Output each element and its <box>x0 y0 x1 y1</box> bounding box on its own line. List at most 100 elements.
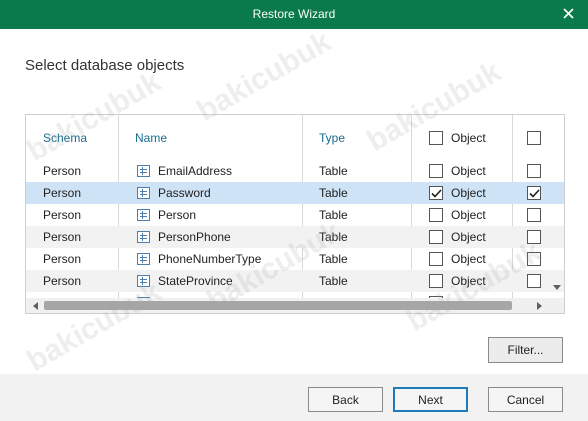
object-cell-2 <box>527 182 549 204</box>
object-cell: Object <box>429 270 486 292</box>
object-checkbox-2[interactable] <box>527 164 541 178</box>
object-checkbox[interactable] <box>429 252 443 266</box>
table-row[interactable]: Person Password Table Object <box>26 182 564 204</box>
header-name-label: Name <box>135 130 168 145</box>
type-cell: Table <box>319 182 348 204</box>
select-all-checkbox[interactable] <box>429 130 443 145</box>
object-cell: Object <box>429 204 486 226</box>
object-type: Table <box>319 164 348 178</box>
object-checkbox[interactable] <box>429 208 443 222</box>
type-cell: Table <box>319 270 348 292</box>
object-type: Table <box>319 274 348 288</box>
table-icon <box>137 275 150 287</box>
vertical-scrollbar[interactable] <box>549 115 564 298</box>
object-cell: Object <box>429 226 486 248</box>
schema-value: Person <box>43 274 82 288</box>
object-checkbox-2[interactable] <box>527 186 541 200</box>
schema-cell: Person <box>43 204 81 226</box>
object-checkbox-label: Object <box>451 164 486 178</box>
wizard-header: Select database objects <box>0 29 588 89</box>
type-cell: Table <box>319 226 348 248</box>
scroll-right-arrow-icon[interactable] <box>533 300 545 312</box>
type-cell: Table <box>319 160 348 182</box>
scroll-down-arrow-icon[interactable] <box>551 281 563 293</box>
schema-value: Person <box>43 230 82 244</box>
table-row[interactable]: Person EmailAddress Table Object <box>26 160 564 182</box>
object-checkbox-2[interactable] <box>527 274 541 288</box>
object-checkbox-label: Object <box>451 186 486 200</box>
header-object-2[interactable] <box>527 115 549 160</box>
object-name: EmailAddress <box>158 164 233 178</box>
object-checkbox-label: Object <box>451 252 486 266</box>
object-cell-2 <box>527 204 549 226</box>
name-cell: Person <box>137 204 196 226</box>
horizontal-scroll-thumb[interactable] <box>44 301 512 310</box>
header-object[interactable]: Object <box>429 115 486 160</box>
object-checkbox[interactable] <box>429 164 443 178</box>
cancel-button[interactable]: Cancel <box>488 387 563 412</box>
object-cell-2 <box>527 270 549 292</box>
object-type: Table <box>319 208 348 222</box>
object-checkbox-2[interactable] <box>527 252 541 266</box>
back-button[interactable]: Back <box>308 387 383 412</box>
table-icon <box>137 187 150 199</box>
table-icon <box>137 253 150 265</box>
object-name: PhoneNumberType <box>158 252 262 266</box>
object-checkbox[interactable] <box>429 186 443 200</box>
type-cell: Table <box>319 204 348 226</box>
table-row[interactable]: Person PhoneNumberType Table Object <box>26 248 564 270</box>
header-schema[interactable]: Schema <box>43 115 87 160</box>
object-type: Table <box>319 230 348 244</box>
schema-value: Person <box>43 164 82 178</box>
header-type[interactable]: Type <box>319 115 345 160</box>
table-row[interactable]: Person Person Table Object <box>26 204 564 226</box>
next-button[interactable]: Next <box>393 387 468 412</box>
grid-header-row: Schema Name Type Object <box>26 115 564 160</box>
table-icon <box>137 209 150 221</box>
object-cell-2 <box>527 248 549 270</box>
table-icon <box>137 165 150 177</box>
name-cell: PhoneNumberType <box>137 248 261 270</box>
schema-value: Person <box>43 252 82 266</box>
object-type: Table <box>319 252 348 266</box>
grid-viewport: Schema Name Type Object Person EmailAddre… <box>26 115 564 298</box>
close-button[interactable] <box>548 0 588 29</box>
schema-cell: Person <box>43 160 81 182</box>
table-row[interactable]: Person StateProvince Table Object <box>26 270 564 292</box>
table-row[interactable]: Person PersonPhone Table Object <box>26 226 564 248</box>
window-title: Restore Wizard <box>252 7 336 21</box>
schema-cell: Person <box>43 270 81 292</box>
object-cell: Object <box>429 160 486 182</box>
schema-value: Person <box>43 186 82 200</box>
scroll-left-arrow-icon[interactable] <box>29 300 41 312</box>
name-cell: StateProvince <box>137 270 233 292</box>
object-name: PersonPhone <box>158 230 231 244</box>
header-type-label: Type <box>319 130 346 145</box>
object-name: StateProvince <box>158 274 233 288</box>
name-cell: PersonPhone <box>137 226 231 248</box>
select-all-checkbox-2[interactable] <box>527 130 541 145</box>
object-checkbox-2[interactable] <box>527 208 541 222</box>
page-title: Select database objects <box>25 57 185 74</box>
schema-cell: Person <box>43 182 81 204</box>
header-name[interactable]: Name <box>135 115 167 160</box>
object-checkbox-label: Object <box>451 274 486 288</box>
object-checkbox[interactable] <box>429 230 443 244</box>
object-checkbox[interactable] <box>429 274 443 288</box>
schema-cell: Person <box>43 248 81 270</box>
object-cell-2 <box>527 226 549 248</box>
objects-grid: Schema Name Type Object Person EmailAddre… <box>25 114 565 314</box>
header-object-label: Object <box>451 130 486 145</box>
name-cell: Password <box>137 182 211 204</box>
horizontal-scrollbar[interactable] <box>26 298 564 313</box>
object-cell: Object <box>429 182 486 204</box>
table-icon <box>137 231 150 243</box>
object-type: Table <box>319 186 348 200</box>
object-checkbox-2[interactable] <box>527 230 541 244</box>
type-cell: Table <box>319 248 348 270</box>
filter-button[interactable]: Filter... <box>488 337 563 363</box>
object-cell-2 <box>527 160 549 182</box>
schema-value: Person <box>43 208 82 222</box>
object-name: Password <box>158 186 211 200</box>
close-icon <box>562 6 574 24</box>
